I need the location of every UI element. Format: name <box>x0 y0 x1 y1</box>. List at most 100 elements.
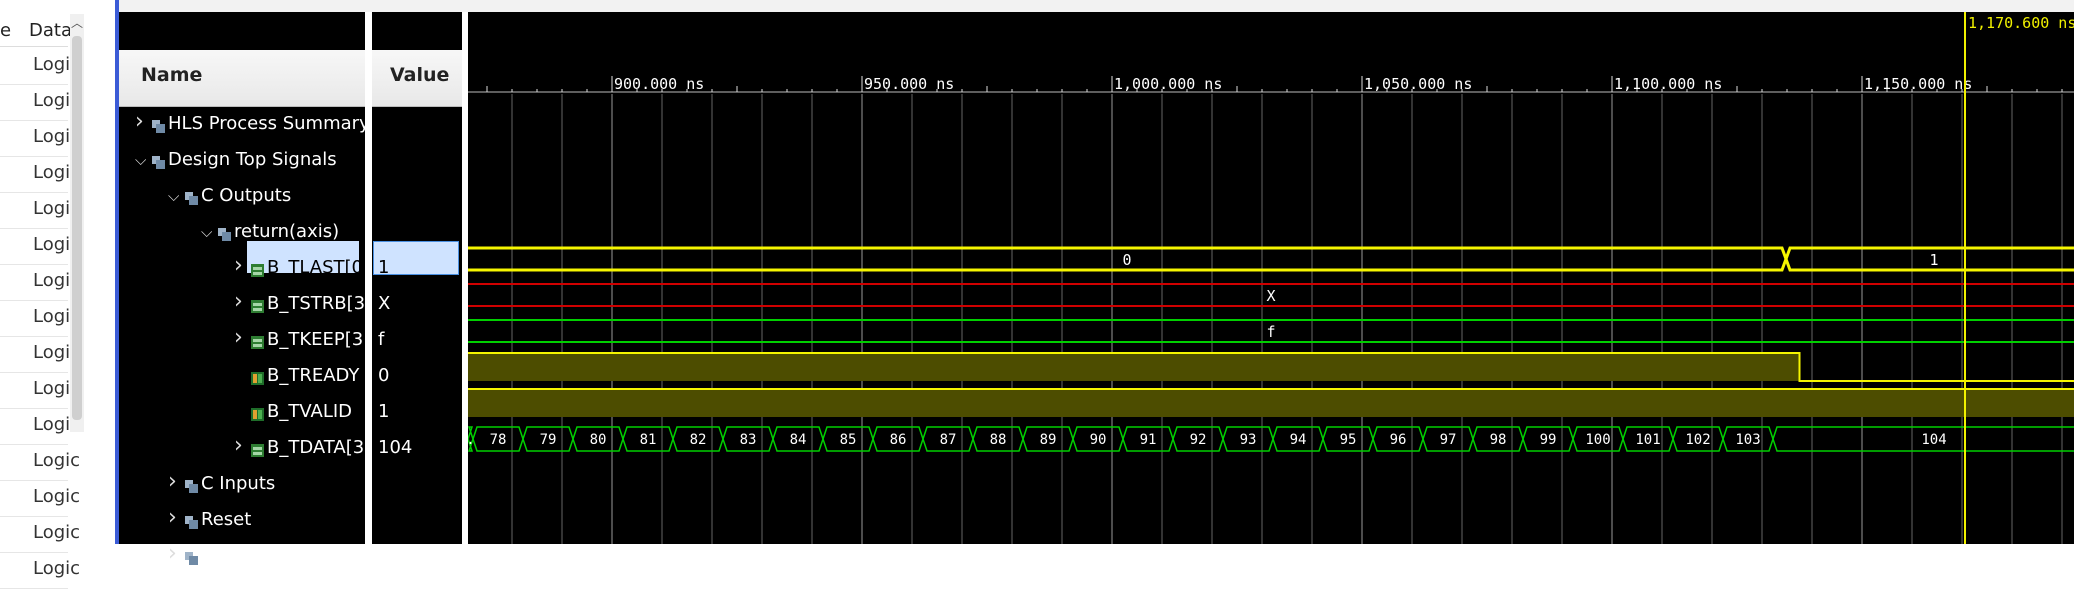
tdata-value: 97 <box>1440 432 1457 448</box>
tdata-value: 104 <box>1921 432 1946 448</box>
left-table-row[interactable]: Logic <box>0 408 80 445</box>
tdata-value: 80 <box>590 432 607 448</box>
tree-row[interactable]: › Reset <box>119 504 365 540</box>
time-ruler[interactable]: 900.000 ns 950.000 ns 1,000.000 ns 1,050.00… <box>468 75 2074 93</box>
left-table-row[interactable]: Logic <box>0 120 80 157</box>
left-col-header-2[interactable]: Data <box>29 20 72 41</box>
tdata-value: 103 <box>1735 432 1760 448</box>
left-table-row[interactable]: Logic <box>0 336 80 373</box>
tkeep-value: f <box>1266 323 1275 341</box>
signal-value: 0 <box>378 365 390 386</box>
signal-icon <box>251 406 264 421</box>
scrollbar-thumb[interactable] <box>72 36 82 420</box>
signal-value: f <box>378 329 385 350</box>
ruler-tick-label: 1,000.000 ns <box>1114 75 1222 93</box>
tdata-value: 93 <box>1240 432 1257 448</box>
left-table-row[interactable]: Logic <box>0 480 80 517</box>
tdata-value: 96 <box>1390 432 1407 448</box>
tree-row[interactable]: › C Inputs <box>119 468 365 504</box>
tdata-value: 82 <box>690 432 707 448</box>
tree-row[interactable]: ⌵ Design Top Signals <box>119 144 365 180</box>
signal-icon <box>251 370 264 385</box>
left-col-header-1[interactable]: e <box>0 20 11 41</box>
tdata-value: 86 <box>890 432 907 448</box>
tlast-value-after: 1 <box>1929 251 1938 269</box>
value-column-header[interactable]: Value <box>372 50 462 107</box>
waveform-pane[interactable]: 900.000 ns 950.000 ns 1,000.000 ns 1,050.00… <box>468 12 2074 544</box>
tree-row[interactable]: › Clock <box>119 540 365 576</box>
tree-row[interactable]: ⌵ C Outputs <box>119 180 365 216</box>
tdata-value: 79 <box>540 432 557 448</box>
tdata-value: 81 <box>640 432 657 448</box>
ruler-tick-label: 1,050.000 ns <box>1364 75 1472 93</box>
tree-row[interactable]: B_TREADY <box>119 360 365 396</box>
tree-row[interactable]: B_TVALID <box>119 396 365 432</box>
waveform-canvas[interactable]: 900.000 ns 950.000 ns 1,000.000 ns 1,050.00… <box>468 12 2074 544</box>
tdata-value: 78 <box>490 432 507 448</box>
chevron-right-icon[interactable]: › <box>234 433 243 458</box>
signal-waves: 01Xf.78798081828384858687888990919293949… <box>468 246 2074 452</box>
chevron-down-icon[interactable]: ⌵ <box>201 223 212 241</box>
tree-label: C Inputs <box>201 473 276 494</box>
chevron-right-icon[interactable]: › <box>234 289 243 314</box>
signal-name-pane: Name › HLS Process Summary ⌵ Design Top Sig… <box>119 12 383 566</box>
left-partial-table: e Data Logic Logic Logic Logic Logic Logic Log… <box>0 0 80 589</box>
chevron-right-icon[interactable]: › <box>168 505 177 530</box>
tree-row[interactable]: › HLS Process Summary <box>119 108 370 144</box>
tree-row[interactable]: › B_TLAST[0:0 <box>119 252 381 288</box>
tdata-value: 100 <box>1585 432 1610 448</box>
left-table-row[interactable]: Logic <box>0 156 80 193</box>
tdata-value: 99 <box>1540 432 1557 448</box>
name-column-header[interactable]: Name <box>119 50 365 107</box>
chevron-down-icon[interactable]: ⌵ <box>135 151 146 169</box>
tree-row[interactable]: ⌵ return(axis) <box>119 216 365 252</box>
group-icon <box>152 118 165 133</box>
bus-icon <box>251 334 264 349</box>
left-table-row[interactable]: Logic <box>0 552 80 589</box>
cursor-time-label: 1,170.600 ns <box>1968 14 2074 32</box>
signal-value-pane: Value 1 Xf 0 1 104 <box>372 12 462 544</box>
group-icon <box>152 154 165 169</box>
group-icon <box>185 550 198 565</box>
tdata-value: 94 <box>1290 432 1307 448</box>
tree-row[interactable]: › B_TDATA[31 <box>119 432 376 468</box>
chevron-right-icon[interactable]: › <box>168 469 177 494</box>
signal-value: 1 <box>378 401 390 422</box>
left-table-row[interactable]: Logic <box>0 444 80 481</box>
left-table-row[interactable]: Logic <box>0 516 80 553</box>
left-table-row[interactable]: Logic <box>0 48 80 85</box>
signal-value: 104 <box>378 437 413 458</box>
left-table-row[interactable]: Logic <box>0 192 80 229</box>
tdata-value: 89 <box>1040 432 1057 448</box>
chevron-right-icon[interactable]: › <box>168 541 177 566</box>
group-icon <box>218 226 231 241</box>
vertical-scrollbar[interactable]: ︿ <box>70 14 84 432</box>
left-table-row[interactable]: Logic <box>0 300 80 337</box>
tdata-value: 88 <box>990 432 1007 448</box>
chevron-right-icon[interactable]: › <box>234 253 243 278</box>
left-table-row[interactable]: Logic <box>0 264 80 301</box>
tdata-value: 83 <box>740 432 757 448</box>
chevron-down-icon[interactable]: ⌵ <box>168 187 179 205</box>
tlast-wave-lower <box>468 246 2074 272</box>
left-table-row[interactable]: Logic <box>0 84 80 121</box>
chevron-right-icon[interactable]: › <box>234 325 243 350</box>
left-table-row[interactable]: Logic <box>0 228 80 265</box>
ruler-tick-label: 900.000 ns <box>614 75 704 93</box>
group-icon <box>185 190 198 205</box>
tdata-value: 101 <box>1635 432 1660 448</box>
bus-icon <box>251 298 264 313</box>
name-value-divider[interactable] <box>365 12 372 544</box>
scroll-up-icon[interactable]: ︿ <box>70 14 84 32</box>
tree-label: B_TVALID <box>267 401 353 422</box>
tdata-value: 102 <box>1685 432 1710 448</box>
tlast-wave <box>468 246 2074 272</box>
tree-label: B_TKEEP[3:0 <box>267 329 381 350</box>
tstrb-value: X <box>1266 287 1275 305</box>
left-table-row[interactable]: Logic <box>0 372 80 409</box>
group-icon <box>185 514 198 529</box>
chevron-right-icon[interactable]: › <box>135 109 144 134</box>
left-table-cell: Logic <box>33 558 81 579</box>
tree-row[interactable]: › B_TKEEP[3:0 <box>119 324 381 360</box>
tree-row[interactable]: › B_TSTRB[3:0 <box>119 288 383 324</box>
